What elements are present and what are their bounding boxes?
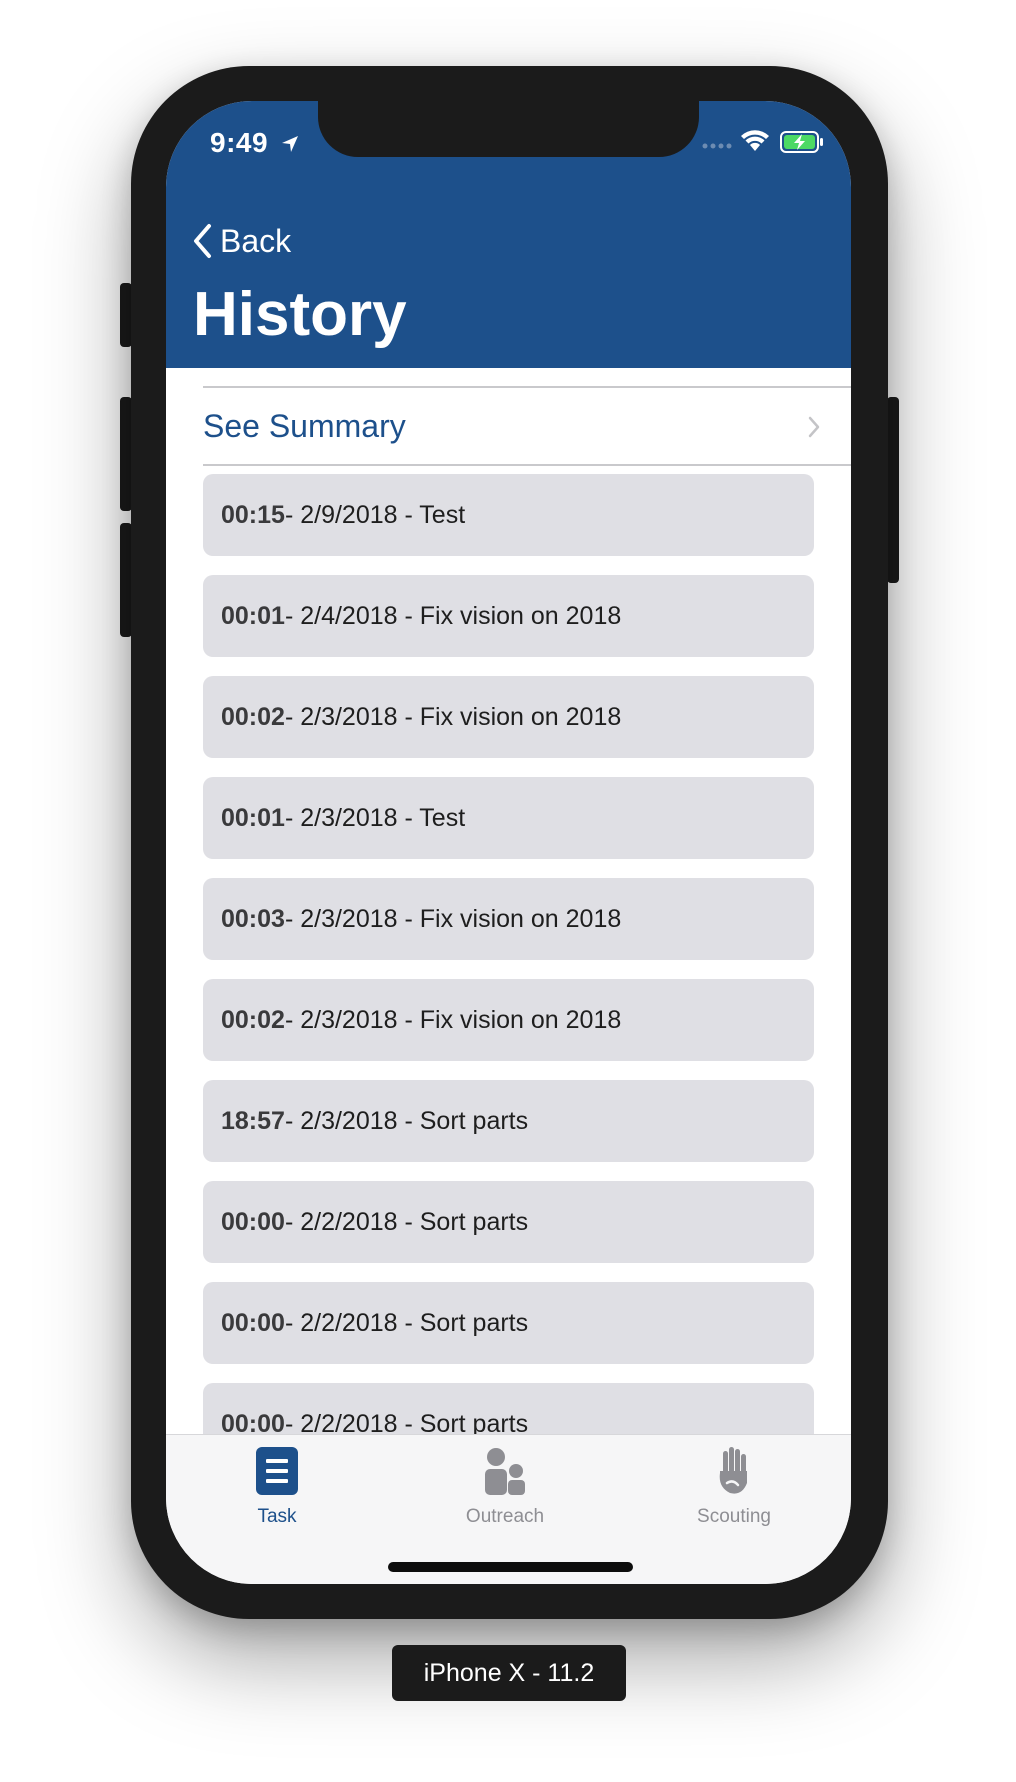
history-item-duration: 00:00 (221, 1308, 285, 1337)
history-item-duration: 00:02 (221, 702, 285, 731)
tab-task-label: Task (257, 1506, 297, 1527)
back-button[interactable]: Back (192, 219, 291, 263)
back-label: Back (220, 222, 292, 259)
wifi-icon (741, 130, 769, 151)
history-item[interactable]: 00:00 - 2/2/2018 - Sort parts (203, 1181, 814, 1263)
see-summary-row[interactable]: See Summary (203, 386, 851, 466)
history-item-text: - 2/2/2018 - Sort parts (284, 1308, 529, 1337)
history-item-text: - 2/3/2018 - Fix vision on 2018 (284, 904, 622, 933)
history-item-text: - 2/3/2018 - Fix vision on 2018 (284, 1005, 622, 1034)
history-item[interactable]: 00:01 - 2/3/2018 - Test (203, 777, 814, 859)
history-item-duration: 00:00 (221, 1207, 285, 1236)
page-title: History (193, 280, 407, 349)
history-item-duration: 00:15 (221, 500, 285, 529)
tab-scouting-label: Scouting (697, 1506, 771, 1527)
history-item-duration: 00:03 (221, 904, 285, 933)
hand-icon (719, 1447, 747, 1494)
history-item[interactable]: 00:02 - 2/3/2018 - Fix vision on 2018 (203, 979, 814, 1061)
history-item-text: - 2/2/2018 - Sort parts (284, 1207, 529, 1236)
status-time: 9:49 (210, 127, 269, 158)
history-item-duration: 00:01 (221, 803, 285, 832)
signal-icon (702, 143, 732, 149)
home-indicator (388, 1562, 633, 1572)
history-item-text: - 2/3/2018 - Sort parts (284, 1106, 529, 1135)
battery-charging-icon (780, 131, 823, 153)
chevron-left-icon (194, 224, 211, 258)
tab-outreach[interactable]: Outreach (415, 1447, 595, 1528)
history-item[interactable]: 00:15 - 2/9/2018 - Test (203, 474, 814, 556)
chevron-right-icon (808, 416, 820, 438)
history-item[interactable]: 00:00 - 2/2/2018 - Sort parts (203, 1282, 814, 1364)
history-item-text: - 2/4/2018 - Fix vision on 2018 (284, 601, 622, 630)
history-content: See Summary 00:15 - 2/9/2018 - Test 00:0… (166, 368, 851, 1535)
history-item-text: - 2/3/2018 - Test (284, 803, 466, 832)
see-summary-label: See Summary (203, 407, 406, 444)
tab-outreach-label: Outreach (465, 1506, 545, 1527)
history-item[interactable]: 00:03 - 2/3/2018 - Fix vision on 2018 (203, 878, 814, 960)
history-item-duration: 00:01 (221, 601, 285, 630)
people-icon (485, 1448, 525, 1495)
history-item-text: - 2/9/2018 - Test (284, 500, 466, 529)
history-item[interactable]: 00:02 - 2/3/2018 - Fix vision on 2018 (203, 676, 814, 758)
device-screen: 9:49 Back History See Summary 00:15 - 2/… (166, 101, 851, 1584)
history-item-duration: 00:02 (221, 1005, 285, 1034)
history-item-text: - 2/3/2018 - Fix vision on 2018 (284, 702, 622, 731)
history-list: 00:15 - 2/9/2018 - Test 00:01 - 2/4/2018… (203, 474, 814, 1484)
tab-scouting[interactable]: Scouting (644, 1447, 824, 1528)
power-button (887, 397, 899, 583)
nav-header: 9:49 Back History (166, 101, 851, 368)
history-item-duration: 18:57 (221, 1106, 285, 1135)
location-arrow-icon (282, 136, 298, 152)
notch (318, 101, 699, 157)
tab-task[interactable]: Task (187, 1447, 367, 1528)
device-label: iPhone X - 11.2 (392, 1645, 626, 1701)
list-icon (256, 1447, 298, 1495)
history-item[interactable]: 00:01 - 2/4/2018 - Fix vision on 2018 (203, 575, 814, 657)
history-item[interactable]: 18:57 - 2/3/2018 - Sort parts (203, 1080, 814, 1162)
